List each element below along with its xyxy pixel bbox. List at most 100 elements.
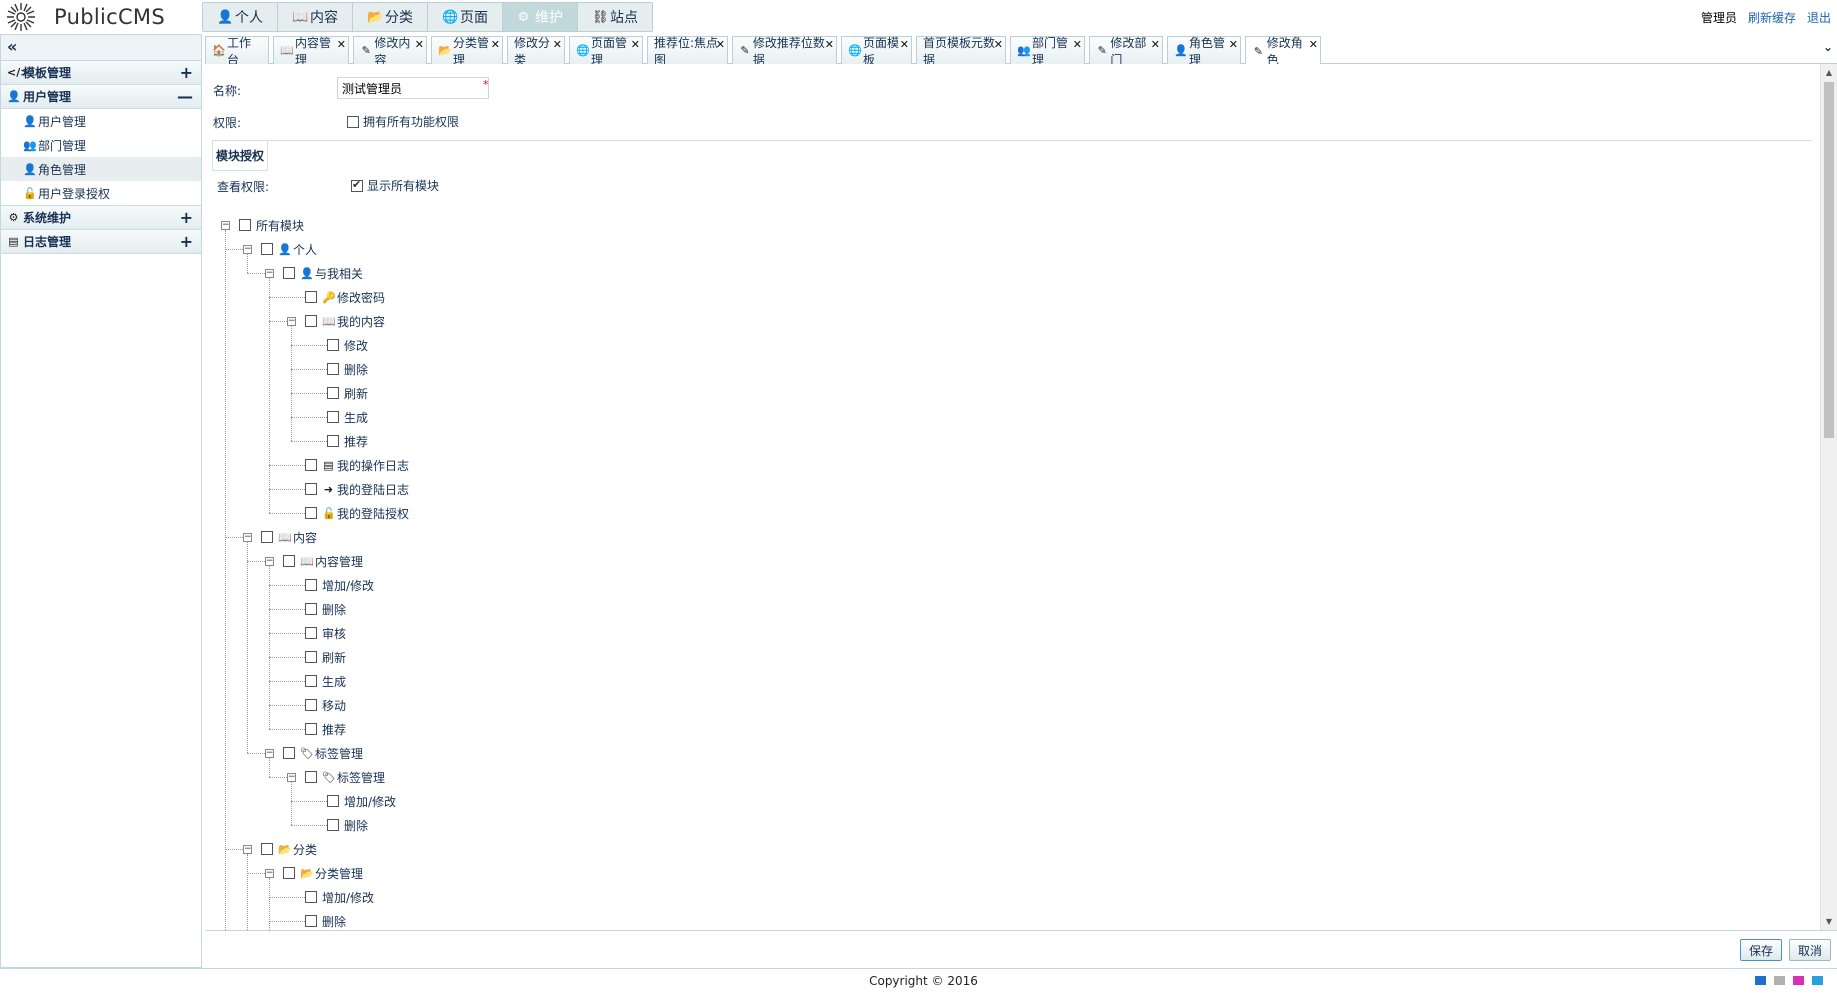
- close-tab-icon[interactable]: ✕: [825, 38, 834, 51]
- tree-node[interactable]: ➜ 我的登陆日志: [305, 479, 409, 499]
- tree-checkbox[interactable]: [261, 531, 273, 543]
- tree-node[interactable]: 推荐: [327, 431, 368, 451]
- topnav-item-5[interactable]: ⛓ 站点: [578, 3, 652, 31]
- collapse-node-icon[interactable]: −: [287, 317, 296, 326]
- tree-node[interactable]: 📖 我的内容: [305, 311, 385, 331]
- tree-checkbox[interactable]: [239, 219, 251, 231]
- tree-node[interactable]: 删除: [327, 815, 368, 835]
- scroll-down-icon[interactable]: ▼: [1821, 913, 1837, 930]
- tab-more-icon[interactable]: ⌄: [1823, 40, 1833, 54]
- refresh-cache-link[interactable]: 刷新缓存: [1748, 9, 1796, 26]
- tree-node[interactable]: 删除: [305, 599, 346, 619]
- tab-item-11[interactable]: ✎ 修改部门 ✕: [1089, 36, 1163, 67]
- close-tab-icon[interactable]: ✕: [994, 38, 1003, 51]
- collapse-node-icon[interactable]: −: [243, 533, 252, 542]
- sidebar-item-item-0[interactable]: 👤 用户管理: [1, 109, 201, 133]
- minus-icon[interactable]: —: [177, 87, 193, 106]
- topnav-item-4[interactable]: ⚙ 维护: [503, 3, 578, 31]
- tab-item-13[interactable]: ✎ 修改角色 ✕: [1245, 36, 1321, 67]
- tree-checkbox[interactable]: [305, 915, 317, 927]
- tab-item-3[interactable]: 📂 分类管理 ✕: [431, 36, 503, 67]
- tree-checkbox[interactable]: [305, 579, 317, 591]
- tree-node[interactable]: 🏷 标签管理: [305, 767, 385, 787]
- sidebar-group-item-2[interactable]: ⚙ 系统维护 +: [1, 206, 201, 230]
- tree-node[interactable]: 删除: [305, 911, 346, 930]
- close-tab-icon[interactable]: ✕: [900, 38, 909, 51]
- scroll-up-icon[interactable]: ▲: [1821, 64, 1837, 81]
- tab-item-0[interactable]: 🏠 工作台: [205, 36, 269, 67]
- save-button[interactable]: 保存: [1740, 939, 1783, 961]
- topnav-item-2[interactable]: 📂 分类: [353, 3, 428, 31]
- sidebar-group-item-3[interactable]: ▤ 日志管理 +: [1, 230, 201, 254]
- tab-item-4[interactable]: 修改分类 ✕: [507, 36, 565, 67]
- tree-node[interactable]: ▤ 我的操作日志: [305, 455, 409, 475]
- tree-node[interactable]: 📂 分类: [261, 839, 317, 859]
- tree-node[interactable]: 增加/修改: [305, 575, 374, 595]
- sidebar-group-item-1[interactable]: 👤 用户管理 —: [1, 85, 201, 109]
- tree-node[interactable]: 审核: [305, 623, 346, 643]
- tab-item-7[interactable]: ✎ 修改推荐位数据 ✕: [732, 36, 837, 67]
- tree-checkbox[interactable]: [305, 291, 317, 303]
- close-tab-icon[interactable]: ✕: [1151, 38, 1160, 51]
- collapse-node-icon[interactable]: −: [243, 845, 252, 854]
- tab-item-9[interactable]: 首页模板元数据 ✕: [916, 36, 1006, 67]
- tree-node[interactable]: 📂 分类管理: [283, 863, 363, 883]
- tree-node[interactable]: 刷新: [305, 647, 346, 667]
- content-scrollbar[interactable]: ▲ ▼: [1820, 64, 1837, 930]
- topnav-item-0[interactable]: 👤 个人: [203, 3, 278, 31]
- collapse-node-icon[interactable]: −: [265, 269, 274, 278]
- tree-checkbox[interactable]: [305, 483, 317, 495]
- collapse-node-icon[interactable]: −: [243, 245, 252, 254]
- sidebar-item-item-3[interactable]: 🔓 用户登录授权: [1, 181, 201, 205]
- topnav-item-1[interactable]: 📖 内容: [278, 3, 353, 31]
- tree-node[interactable]: 增加/修改: [305, 887, 374, 907]
- tree-checkbox[interactable]: [327, 387, 339, 399]
- tree-checkbox[interactable]: [305, 699, 317, 711]
- tree-node[interactable]: 📖 内容: [261, 527, 317, 547]
- tree-node[interactable]: 👤 个人: [261, 239, 317, 259]
- tree-node[interactable]: 移动: [305, 695, 346, 715]
- collapse-node-icon[interactable]: −: [265, 557, 274, 566]
- close-tab-icon[interactable]: ✕: [631, 38, 640, 51]
- tree-node[interactable]: 刷新: [327, 383, 368, 403]
- tree-node[interactable]: 推荐: [305, 719, 346, 739]
- tab-item-12[interactable]: 👤 角色管理 ✕: [1167, 36, 1241, 67]
- tree-node[interactable]: 🏷 标签管理: [283, 743, 363, 763]
- close-tab-icon[interactable]: ✕: [1073, 38, 1082, 51]
- tree-checkbox[interactable]: [305, 603, 317, 615]
- logout-link[interactable]: 退出: [1807, 9, 1831, 26]
- plus-icon[interactable]: +: [180, 208, 193, 227]
- tree-checkbox[interactable]: [283, 555, 295, 567]
- theme-swatch[interactable]: [1755, 976, 1766, 985]
- tab-item-8[interactable]: 🌐 页面模板 ✕: [841, 36, 912, 67]
- tree-node[interactable]: 增加/修改: [327, 791, 396, 811]
- scrollbar-thumb[interactable]: [1824, 82, 1834, 438]
- collapse-sidebar-icon[interactable]: «: [1, 35, 201, 61]
- collapse-node-icon[interactable]: −: [265, 749, 274, 758]
- tree-node[interactable]: 生成: [305, 671, 346, 691]
- tree-checkbox[interactable]: [305, 507, 317, 519]
- tree-checkbox[interactable]: [327, 339, 339, 351]
- tree-node[interactable]: 所有模块: [239, 215, 304, 235]
- tree-checkbox[interactable]: [327, 363, 339, 375]
- close-tab-icon[interactable]: ✕: [337, 38, 346, 51]
- topnav-item-3[interactable]: 🌐 页面: [428, 3, 503, 31]
- tree-node[interactable]: 修改: [327, 335, 368, 355]
- tree-node[interactable]: 生成: [327, 407, 368, 427]
- tree-checkbox[interactable]: [327, 411, 339, 423]
- tree-checkbox[interactable]: [283, 747, 295, 759]
- tab-item-2[interactable]: ✎ 修改内容 ✕: [353, 36, 427, 67]
- tree-checkbox[interactable]: [327, 819, 339, 831]
- close-tab-icon[interactable]: ✕: [415, 38, 424, 51]
- collapse-node-icon[interactable]: −: [287, 773, 296, 782]
- theme-swatch[interactable]: [1793, 976, 1804, 985]
- logo[interactable]: PublicCMS: [4, 2, 165, 32]
- close-tab-icon[interactable]: ✕: [1309, 38, 1318, 51]
- tab-item-6[interactable]: 推荐位:焦点图 ✕: [647, 36, 728, 67]
- theme-swatch[interactable]: [1774, 976, 1785, 985]
- tree-checkbox[interactable]: [283, 867, 295, 879]
- sidebar-group-item-0[interactable]: </> 模板管理 +: [1, 61, 201, 85]
- theme-swatch[interactable]: [1812, 976, 1823, 985]
- tree-checkbox[interactable]: [261, 843, 273, 855]
- plus-icon[interactable]: +: [180, 63, 193, 82]
